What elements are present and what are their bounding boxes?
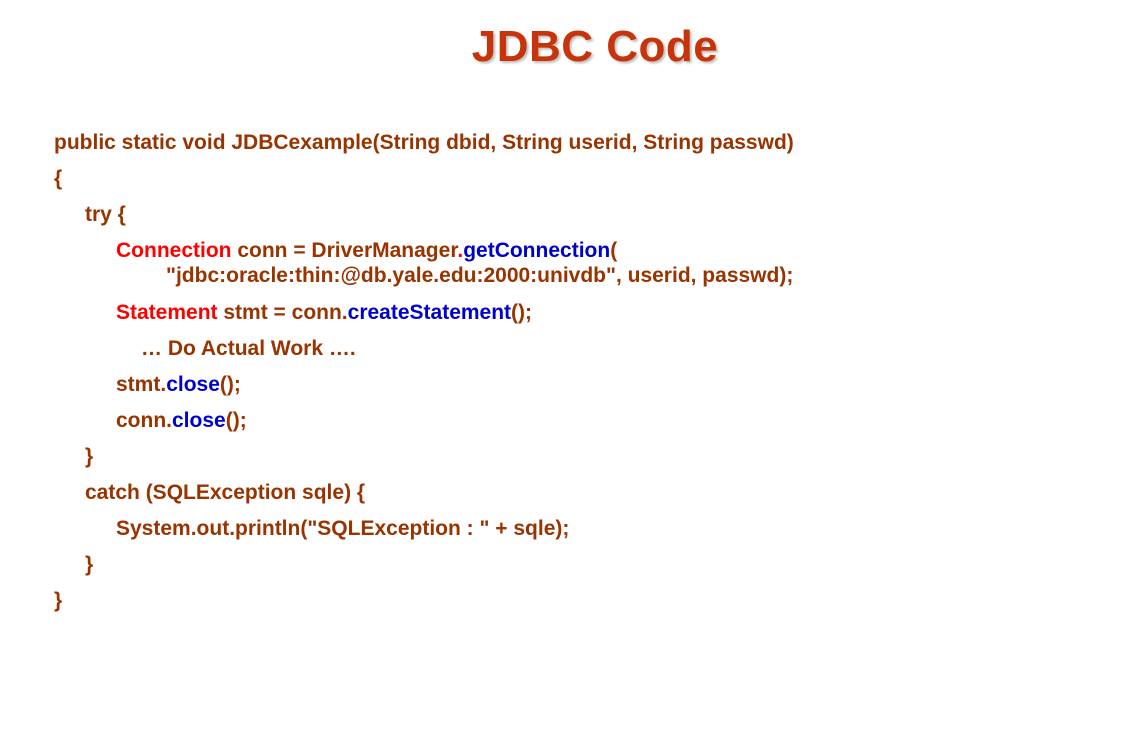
code-token: stmt.	[116, 373, 167, 396]
type-connection: Connection	[116, 239, 232, 262]
code-line-println: System.out.println("SQLException : " + s…	[116, 517, 570, 540]
method-close: close	[166, 373, 220, 396]
slide-title: JDBC Code	[471, 22, 719, 71]
method-get-connection: getConnection	[463, 239, 611, 262]
code-token: (	[610, 239, 618, 262]
code-line-close-brace: }	[54, 589, 63, 612]
code-line-try: try {	[85, 203, 126, 226]
code-line-conn-close: conn.close();	[54, 408, 1094, 444]
code-token: ();	[219, 373, 241, 396]
code-token: ();	[225, 409, 247, 432]
code-token: stmt = conn.	[217, 301, 348, 324]
code-line-signature: public static void JDBCexample(String db…	[54, 131, 794, 154]
code-line-open-brace: {	[54, 167, 63, 190]
code-line-catch: catch (SQLException sqle) {	[85, 481, 366, 504]
code-line-actual-work: … Do Actual Work ….	[141, 337, 356, 360]
code-block: public static void JDBCexample(String db…	[54, 130, 1094, 624]
type-statement: Statement	[116, 301, 218, 324]
code-line-catch-close: }	[85, 553, 94, 576]
method-close: close	[172, 409, 226, 432]
code-token: conn.	[116, 409, 172, 432]
code-token: ();	[511, 301, 533, 324]
code-line-connection-args: "jdbc:oracle:thin:@db.yale.edu:2000:univ…	[166, 264, 794, 287]
code-line-stmt-close: stmt.close();	[54, 372, 1094, 408]
code-token: conn = DriverManager	[231, 239, 458, 262]
code-line-create-statement: Statement stmt = conn.createStatement();	[54, 300, 1094, 336]
code-line-get-connection: Connection conn = DriverManager.getConne…	[54, 238, 1094, 300]
code-line-try-close: }	[85, 445, 94, 468]
method-create-statement: createStatement	[347, 301, 512, 324]
